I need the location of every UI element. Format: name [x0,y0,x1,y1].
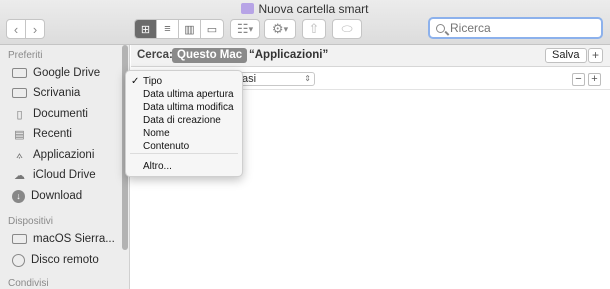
sidebar-item-download[interactable]: ↓ Download [12,187,82,205]
add-criteria-button[interactable]: + [588,48,603,63]
disk-icon [12,234,27,244]
search-scope-label: Cerca: [137,49,173,61]
smart-folder-icon [241,3,255,14]
menu-item-label: Data ultima modifica [143,102,234,113]
icon-view-icon: ⊞ [140,23,151,36]
sidebar-item-label: Disco remoto [31,254,99,266]
sidebar-item-label: Google Drive [33,67,101,79]
back-button[interactable]: ‹ [6,19,26,39]
menu-item-contenuto[interactable]: Contenuto [126,140,242,153]
forward-button[interactable]: › [25,19,45,39]
sidebar-item-label: Recenti [33,128,72,140]
recents-icon: ▤ [14,128,25,141]
tag-icon: ⬭ [341,21,353,36]
sidebar-item-icloud-drive[interactable]: ☁ iCloud Drive [12,166,96,184]
chevron-updown-icon: ⇕ [304,74,311,83]
search-icon [436,23,445,33]
document-icon: ▯ [16,108,23,121]
search-field[interactable] [428,17,603,39]
remove-criteria-button[interactable]: − [572,73,585,86]
menu-item-label: Tipo [143,76,163,87]
share-button[interactable]: ⇧ [302,19,326,39]
forward-icon: › [32,21,38,37]
sidebar-item-label: macOS Sierra... [33,233,115,245]
window-toolbar: Nuova cartella smart ‹ › ⊞ ≡ ▥ ▭ ☷ ▾ ⚙ ▾ ⇧… [0,0,610,45]
criteria-value-text: asi [242,73,257,85]
column-view-button[interactable]: ▥ [179,20,201,38]
menu-separator [130,153,238,154]
list-view-icon: ≡ [164,23,171,35]
menu-item-altro[interactable]: Altro... [126,160,242,173]
sidebar-item-scrivania[interactable]: Scrivania [12,84,80,102]
sidebar-item-documenti[interactable]: ▯ Documenti [12,105,88,123]
applications-icon: ⟑ [16,148,23,161]
gallery-view-button[interactable]: ▭ [201,20,223,38]
attribute-menu: ✓ Tipo Data ultima apertura Data ultima m… [125,70,243,177]
menu-item-data-ultima-apertura[interactable]: Data ultima apertura [126,88,242,101]
chevron-down-icon: ▾ [283,23,289,34]
sidebar-item-label: Download [31,190,83,202]
menu-item-tipo[interactable]: ✓ Tipo [126,75,242,88]
list-view-button[interactable]: ≡ [157,20,179,38]
menu-item-data-ultima-modifica[interactable]: Data ultima modifica [126,101,242,114]
sidebar-item-label: Scrivania [33,87,81,99]
folder-icon [12,68,27,78]
cloud-icon: ☁ [14,169,25,182]
window-title-text: Nuova cartella smart [258,2,369,16]
sidebar-item-google-drive[interactable]: Google Drive [12,64,100,82]
search-input[interactable] [450,21,590,35]
share-icon: ⇧ [308,21,320,36]
add-criteria-row-button[interactable]: + [588,73,601,86]
column-view-icon: ▥ [184,23,195,36]
sidebar-item-macos-sierra[interactable]: macOS Sierra... [12,230,115,248]
search-scope-bar: Cerca: Questo Mac “Applicazioni” Salva + [131,45,610,67]
back-icon: ‹ [13,21,19,37]
save-button[interactable]: Salva [545,48,587,63]
sidebar-section-devices: Dispositivi [8,216,54,227]
remote-disc-icon [12,253,25,267]
arrange-icon: ☷ [236,21,249,36]
sidebar-item-disco-remoto[interactable]: Disco remoto [12,251,99,269]
menu-item-nome[interactable]: Nome [126,127,242,140]
sidebar-section-favorites: Preferiti [8,50,43,61]
chevron-down-icon: ▾ [248,23,254,34]
criteria-value-popup[interactable]: asi ⇕ [237,72,315,86]
action-button[interactable]: ⚙ ▾ [264,19,296,39]
menu-item-label: Nome [143,128,170,139]
gallery-view-icon: ▭ [206,23,218,36]
gear-icon: ⚙ [271,21,284,36]
sidebar-item-label: iCloud Drive [33,169,96,181]
icon-view-button[interactable]: ⊞ [135,20,157,38]
sidebar-section-shared: Condivisi [8,278,49,289]
sidebar: Preferiti Google Drive Scrivania ▯ Docume… [0,45,130,289]
menu-item-label: Altro... [143,161,172,172]
arrange-button[interactable]: ☷ ▾ [230,19,260,39]
menu-item-label: Data ultima apertura [143,89,234,100]
tags-button[interactable]: ⬭ [332,19,362,39]
download-icon: ↓ [12,189,25,203]
scope-applications-button[interactable]: “Applicazioni” [249,49,328,61]
sidebar-item-label: Documenti [33,108,88,120]
sidebar-item-label: Applicazioni [33,149,95,161]
sidebar-item-applicazioni[interactable]: ⟑ Applicazioni [12,146,94,164]
menu-item-data-di-creazione[interactable]: Data di creazione [126,114,242,127]
menu-item-label: Contenuto [143,141,190,152]
menu-item-label: Data di creazione [143,115,221,126]
desktop-icon [12,88,27,98]
window-title: Nuova cartella smart [0,2,610,16]
sidebar-item-recenti[interactable]: ▤ Recenti [12,125,72,143]
scope-this-mac-button[interactable]: Questo Mac [172,48,248,63]
view-mode-control[interactable]: ⊞ ≡ ▥ ▭ [134,19,224,39]
checkmark-icon: ✓ [131,76,140,87]
